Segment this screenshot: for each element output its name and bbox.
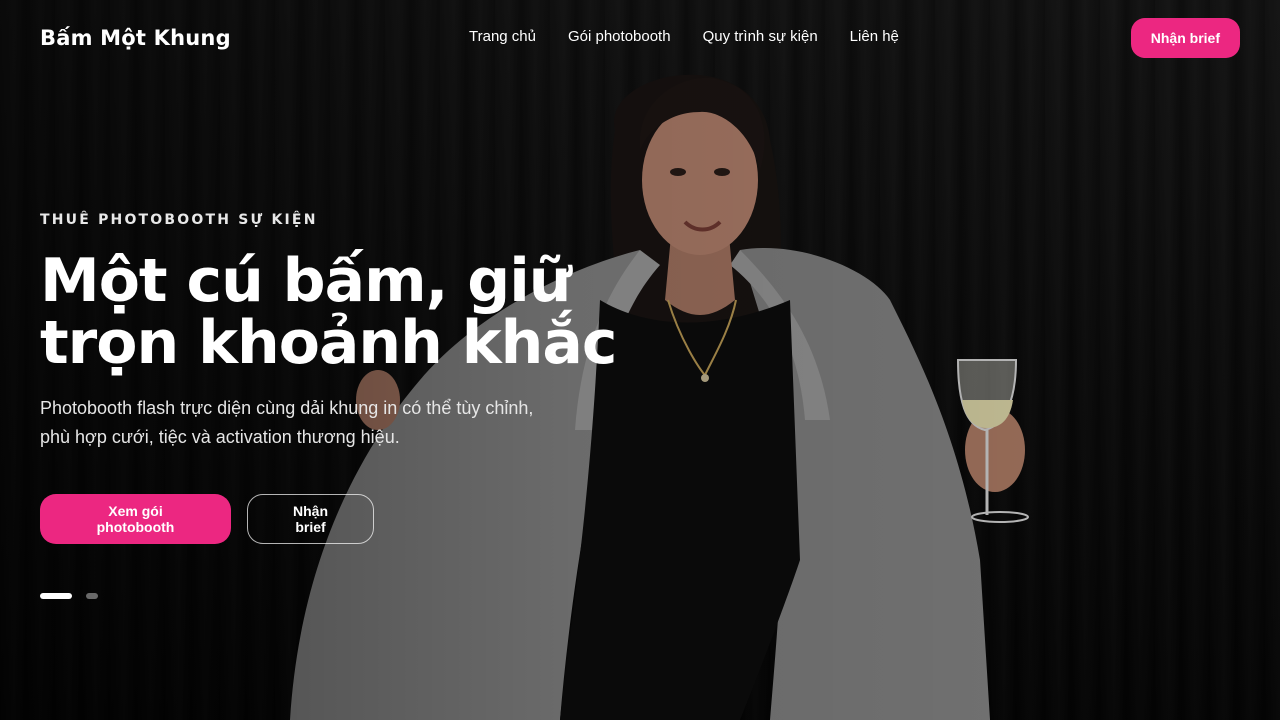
hero-headline-line-1: Một cú bấm, giữ — [40, 246, 572, 316]
slider-dot-1[interactable] — [40, 593, 72, 599]
hero-description-line-1: Photobooth flash trực diện cùng dải khun… — [40, 398, 534, 418]
slider-dot-2[interactable] — [86, 593, 98, 599]
hero-description-line-2: phù hợp cưới, tiệc và activation thương … — [40, 427, 400, 447]
nav-link-packages[interactable]: Gói photobooth — [568, 28, 671, 45]
view-packages-button[interactable]: Xem gói photobooth — [40, 494, 231, 544]
slider-pagination — [40, 593, 98, 599]
main-nav: Trang chủ Gói photobooth Quy trình sự ki… — [469, 28, 931, 45]
brand-logo[interactable]: Bấm Một Khung — [40, 26, 231, 50]
hero-actions: Xem gói photobooth Nhận brief — [40, 494, 374, 544]
nav-brief-button[interactable]: Nhận brief — [1130, 18, 1240, 58]
nav-link-contact[interactable]: Liên hệ — [850, 28, 899, 45]
hero-content: THUÊ PHOTOBOOTH SỰ KIỆN Một cú bấm, giữ … — [40, 212, 760, 452]
nav-link-home[interactable]: Trang chủ — [469, 28, 536, 45]
hero-description: Photobooth flash trực diện cùng dải khun… — [40, 394, 760, 452]
get-brief-button[interactable]: Nhận brief — [247, 494, 374, 544]
hero-headline-line-2: trọn khoảnh khắc — [40, 308, 617, 378]
nav-link-process[interactable]: Quy trình sự kiện — [703, 28, 818, 45]
top-navbar: Bấm Một Khung Trang chủ Gói photobooth Q… — [0, 0, 1280, 76]
hero-headline: Một cú bấm, giữ trọn khoảnh khắc — [40, 250, 760, 374]
hero-eyebrow: THUÊ PHOTOBOOTH SỰ KIỆN — [40, 212, 318, 228]
